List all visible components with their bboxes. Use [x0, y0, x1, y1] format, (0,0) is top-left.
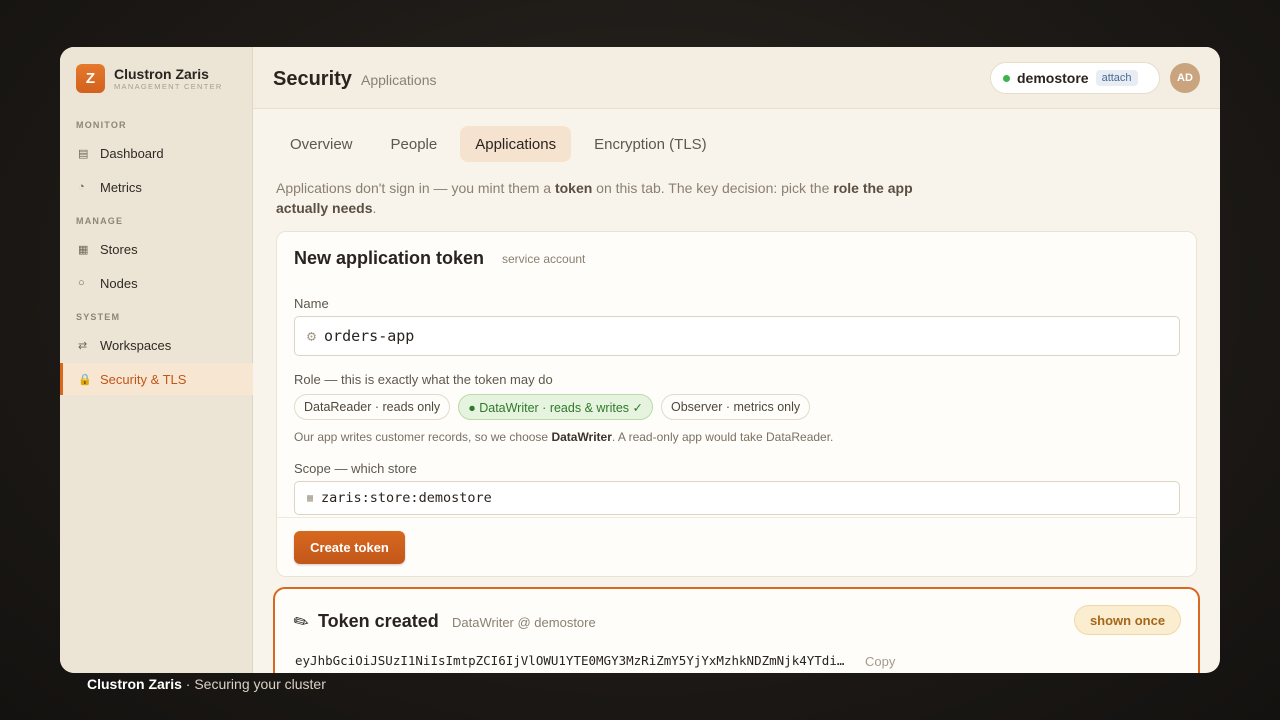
- avatar[interactable]: AD: [1170, 63, 1200, 93]
- sidebar-item-metrics[interactable]: ◔ Metrics: [60, 171, 253, 203]
- brand-subtitle: MANAGEMENT CENTER: [114, 81, 223, 91]
- brand: Z Clustron Zaris MANAGEMENT CENTER: [76, 64, 223, 93]
- divider: [277, 517, 1196, 518]
- card-tag: service account: [502, 252, 586, 266]
- page-subtitle: Applications: [361, 72, 437, 88]
- attach-badge[interactable]: attach: [1095, 70, 1138, 86]
- sidebar-item-label: Nodes: [100, 275, 138, 291]
- caption-text: · Securing your cluster: [181, 676, 326, 692]
- section-label-monitor: MONITOR: [76, 120, 127, 130]
- brand-logo: Z: [76, 64, 105, 93]
- main-panel: Security Applications demostore attach A…: [253, 47, 1220, 673]
- tab-bar: Overview People Applications Encryption …: [275, 126, 730, 162]
- metrics-icon: ◔: [78, 181, 85, 193]
- role-option-datareader[interactable]: DataReader · reads only: [294, 394, 451, 420]
- scope-field[interactable]: ▦ zaris:store:demostore: [294, 481, 1180, 515]
- shown-once-badge: shown once: [1074, 605, 1181, 635]
- gear-icon: ⚙: [307, 327, 317, 345]
- sidebar-item-label: Metrics: [100, 179, 142, 195]
- tab-people[interactable]: People: [376, 126, 453, 162]
- copy-button[interactable]: Copy: [865, 654, 895, 669]
- card-title: New application token: [294, 248, 485, 268]
- nodes-icon: ○: [78, 277, 85, 289]
- token-created-card: ✎ Token created DataWriter @ demostore s…: [273, 587, 1200, 673]
- name-field[interactable]: ⚙ orders-app: [294, 316, 1180, 356]
- role-option-observer[interactable]: Observer · metrics only: [660, 394, 811, 420]
- hint-bold: DataWriter: [551, 430, 612, 444]
- brand-name: Clustron Zaris: [114, 65, 209, 82]
- create-token-button[interactable]: Create token: [294, 531, 405, 564]
- page-title: Security: [273, 68, 352, 90]
- stores-icon: ▦: [78, 243, 89, 256]
- workspaces-icon: ⇄: [78, 339, 88, 352]
- name-value: orders-app: [324, 327, 415, 345]
- topbar: Security Applications demostore attach A…: [253, 47, 1220, 109]
- sidebar-item-label: Stores: [100, 241, 138, 257]
- tab-overview[interactable]: Overview: [275, 126, 368, 162]
- intro-bold: token: [554, 180, 593, 196]
- token-value[interactable]: eyJhbGciOiJSUzI1NiIsImtpZCI6IjVlOWU1YTE0…: [295, 653, 844, 668]
- scope-value: zaris:store:demostore: [321, 490, 492, 506]
- role-option-datawriter[interactable]: ● DataWriter · reads & writes ✓: [458, 394, 653, 420]
- store-name: demostore: [1017, 70, 1089, 86]
- caption-brand: Clustron Zaris: [87, 676, 182, 692]
- sidebar-item-dashboard[interactable]: ▤ Dashboard: [60, 137, 253, 169]
- sidebar: Z Clustron Zaris MANAGEMENT CENTER MONIT…: [60, 47, 253, 673]
- intro-part: Applications don't sign in — you mint th…: [276, 180, 555, 196]
- store-selector[interactable]: demostore attach: [990, 62, 1160, 94]
- hint-part: Our app writes customer records, so we c…: [294, 430, 552, 444]
- name-label: Name: [294, 296, 329, 311]
- token-meta: DataWriter @ demostore: [452, 615, 596, 630]
- tab-applications[interactable]: Applications: [460, 126, 572, 162]
- sidebar-item-nodes[interactable]: ○ Nodes: [60, 267, 253, 299]
- sidebar-item-label: Security & TLS: [100, 371, 187, 387]
- sidebar-item-label: Dashboard: [100, 145, 164, 161]
- app-window: Z Clustron Zaris MANAGEMENT CENTER MONIT…: [60, 47, 1220, 673]
- tab-encryption[interactable]: Encryption (TLS): [579, 126, 722, 162]
- caption: Clustron Zaris · Securing your cluster: [87, 676, 326, 692]
- token-created-title: Token created: [318, 611, 439, 631]
- role-hint: Our app writes customer records, so we c…: [294, 430, 833, 444]
- role-selector: DataReader · reads only ● DataWriter · r…: [294, 394, 818, 420]
- new-token-card: New application token service account Na…: [276, 231, 1197, 577]
- pencil-icon: ✎: [289, 609, 313, 635]
- sidebar-item-stores[interactable]: ▦ Stores: [60, 233, 253, 265]
- role-label: Role — this is exactly what the token ma…: [294, 372, 553, 387]
- sidebar-item-label: Workspaces: [100, 337, 172, 353]
- intro-part: on this tab. The key decision: pick the: [592, 180, 834, 196]
- intro-part: .: [372, 200, 377, 216]
- section-label-manage: MANAGE: [76, 216, 124, 226]
- scope-label: Scope — which store: [294, 461, 417, 476]
- hint-part: . A read-only app would take DataReader.: [611, 430, 834, 444]
- lock-icon: 🔒: [78, 373, 92, 386]
- sidebar-item-workspaces[interactable]: ⇄ Workspaces: [60, 329, 253, 361]
- store-icon: ▦: [307, 492, 314, 504]
- section-label-system: SYSTEM: [76, 312, 121, 322]
- intro-text: Applications don't sign in — you mint th…: [276, 178, 916, 218]
- status-dot-icon: [1003, 74, 1010, 82]
- sidebar-item-security[interactable]: 🔒 Security & TLS: [60, 363, 253, 395]
- dashboard-icon: ▤: [78, 147, 89, 160]
